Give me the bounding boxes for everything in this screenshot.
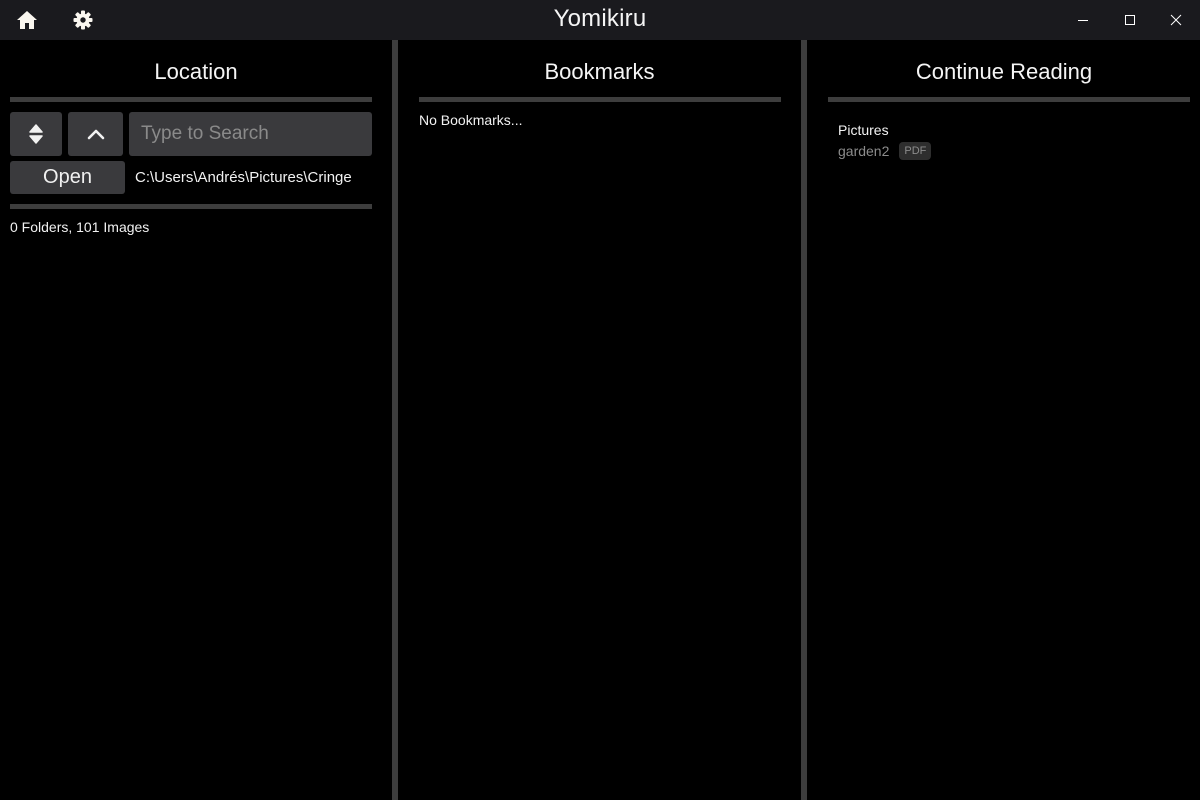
minimize-icon xyxy=(1078,20,1088,21)
settings-button[interactable] xyxy=(71,8,95,32)
item-name: garden2 xyxy=(838,143,890,159)
sort-icon xyxy=(29,124,43,144)
divider-line xyxy=(10,97,372,102)
close-button[interactable] xyxy=(1153,0,1199,40)
empty-bookmarks-text: No Bookmarks... xyxy=(419,112,523,128)
divider-line xyxy=(10,204,372,209)
sort-button[interactable] xyxy=(10,112,62,156)
home-icon xyxy=(17,11,37,29)
divider-line xyxy=(419,97,781,102)
parent-folder-button[interactable] xyxy=(68,112,123,156)
title-bar: Yomikiru xyxy=(0,0,1200,40)
continue-reading-title: Continue Reading xyxy=(915,59,1093,84)
item-folder: Pictures xyxy=(838,122,889,138)
location-panel: Location Open C:\Users\Andrés\Pictures\C… xyxy=(0,40,392,800)
app-title: Yomikiru xyxy=(553,5,647,32)
bookmarks-title: Bookmarks xyxy=(544,59,655,84)
search-input[interactable] xyxy=(129,112,372,156)
divider-line xyxy=(828,97,1190,102)
location-title: Location xyxy=(154,59,238,84)
file-type-badge: PDF xyxy=(899,142,932,160)
panel-divider[interactable] xyxy=(801,40,807,800)
minimize-button[interactable] xyxy=(1060,0,1106,40)
gear-icon xyxy=(73,10,93,30)
home-button[interactable] xyxy=(15,8,39,32)
maximize-icon xyxy=(1125,15,1135,25)
continue-reading-panel: Continue Reading Pictures garden2 PDF xyxy=(808,40,1200,800)
close-icon xyxy=(1170,14,1182,26)
continue-reading-item[interactable]: Pictures garden2 PDF xyxy=(838,122,932,160)
open-button[interactable]: Open xyxy=(10,161,125,194)
folder-summary: 0 Folders, 101 Images xyxy=(10,219,150,235)
maximize-button[interactable] xyxy=(1107,0,1153,40)
current-path: C:\Users\Andrés\Pictures\Cringe xyxy=(135,169,352,186)
chevron-up-icon xyxy=(87,129,104,140)
bookmarks-panel: Bookmarks No Bookmarks... xyxy=(398,40,801,800)
